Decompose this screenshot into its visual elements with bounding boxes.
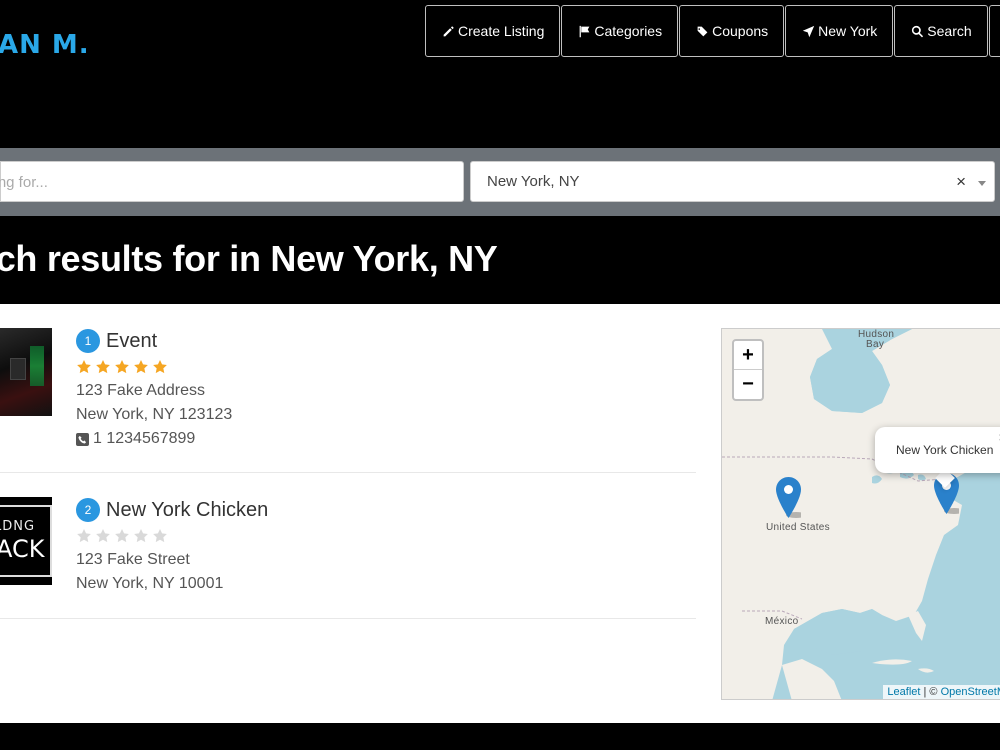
map-label-bay: Bay — [866, 339, 885, 350]
listing-details: 1 Event 123 Fake Address New York, NY 12… — [76, 328, 232, 449]
chevron-down-icon[interactable] — [978, 181, 986, 186]
star-icon — [95, 528, 111, 544]
map-attribution: Leaflet | © OpenStreetM — [883, 685, 1000, 699]
site-logo[interactable]: AN M. — [0, 30, 90, 60]
location-button[interactable]: New York — [785, 5, 894, 57]
star-icon — [76, 359, 92, 375]
star-icon — [114, 359, 130, 375]
results-section: 1 Event 123 Fake Address New York, NY 12… — [0, 304, 1000, 723]
location-label: New York — [818, 23, 878, 39]
categories-label: Categories — [594, 23, 663, 39]
listing-thumbnail[interactable]: LDNG ACK — [0, 497, 52, 585]
search-icon — [910, 24, 924, 38]
zoom-out-button[interactable]: − — [734, 370, 762, 399]
page-title: rch results for in New York, NY — [0, 238, 498, 279]
map-zoom-control: + − — [732, 339, 764, 401]
results-map[interactable]: Hudson Bay United States México + − New … — [721, 328, 1000, 700]
search-input[interactable]: king for... — [0, 161, 464, 202]
map-marker-icon[interactable] — [776, 477, 801, 518]
map-label-united-states: United States — [766, 522, 830, 533]
map-popup-text: New York Chicken — [896, 443, 994, 457]
tags-icon — [695, 24, 709, 38]
list-item[interactable]: LDNG ACK 2 New York Chicken 123 Fake Str… — [0, 473, 696, 619]
star-rating — [76, 357, 232, 377]
coupons-label: Coupons — [712, 23, 769, 39]
main-nav: Create Listing Categories Coupons New Yo… — [425, 5, 1000, 57]
star-icon — [133, 528, 149, 544]
map-popup: New York Chicken — [875, 427, 1000, 473]
listing-address: 123 Fake Address — [76, 382, 205, 399]
list-item[interactable]: 1 Event 123 Fake Address New York, NY 12… — [0, 304, 696, 473]
star-rating — [76, 526, 268, 546]
search-label: Search — [927, 23, 972, 39]
thumbnail-text-top: LDNG — [0, 519, 36, 534]
star-icon — [133, 359, 149, 375]
location-select[interactable]: New York, NY × — [470, 161, 995, 202]
search-placeholder: king for... — [0, 174, 48, 191]
listing-phone-number: 1 1234567899 — [93, 430, 196, 447]
star-icon — [152, 359, 168, 375]
account-button[interactable] — [988, 5, 1000, 57]
coupons-button[interactable]: Coupons — [679, 5, 785, 57]
create-listing-button[interactable]: Create Listing — [425, 5, 561, 57]
star-icon — [114, 528, 130, 544]
star-icon — [152, 528, 168, 544]
footer-band — [0, 723, 1000, 750]
zoom-in-button[interactable]: + — [734, 341, 762, 370]
attribution-separator: | © — [920, 686, 941, 698]
openstreetmap-link[interactable]: OpenStreetM — [941, 686, 1000, 698]
thumbnail-text-bottom: ACK — [0, 535, 45, 563]
clear-location-button[interactable]: × — [956, 172, 966, 192]
star-icon — [76, 528, 92, 544]
listing-title[interactable]: Event — [106, 330, 157, 353]
leaflet-link[interactable]: Leaflet — [887, 686, 920, 698]
site-header: AN M. Create Listing Categories Coupons … — [0, 0, 1000, 148]
flag-icon — [577, 24, 591, 38]
phone-icon — [76, 432, 89, 446]
create-listing-label: Create Listing — [458, 23, 545, 39]
listing-phone: 1 1234567899 — [76, 429, 232, 449]
location-value: New York, NY — [487, 173, 580, 190]
search-bar: king for... New York, NY × — [0, 148, 1000, 216]
pencil-icon — [441, 24, 455, 38]
search-button[interactable]: Search — [894, 5, 988, 57]
listing-title[interactable]: New York Chicken — [106, 499, 268, 522]
listing-city: New York, NY 10001 — [76, 575, 224, 592]
listing-city: New York, NY 123123 — [76, 406, 233, 423]
listing-thumbnail[interactable] — [0, 328, 52, 416]
listing-number-badge: 2 — [76, 498, 100, 522]
listing-address: 123 Fake Street — [76, 551, 190, 568]
listing-details: 2 New York Chicken 123 Fake Street New Y… — [76, 497, 268, 594]
map-label-mexico: México — [765, 616, 799, 627]
listing-number-badge: 1 — [76, 329, 100, 353]
categories-button[interactable]: Categories — [561, 5, 679, 57]
star-icon — [95, 359, 111, 375]
location-arrow-icon — [801, 24, 815, 38]
